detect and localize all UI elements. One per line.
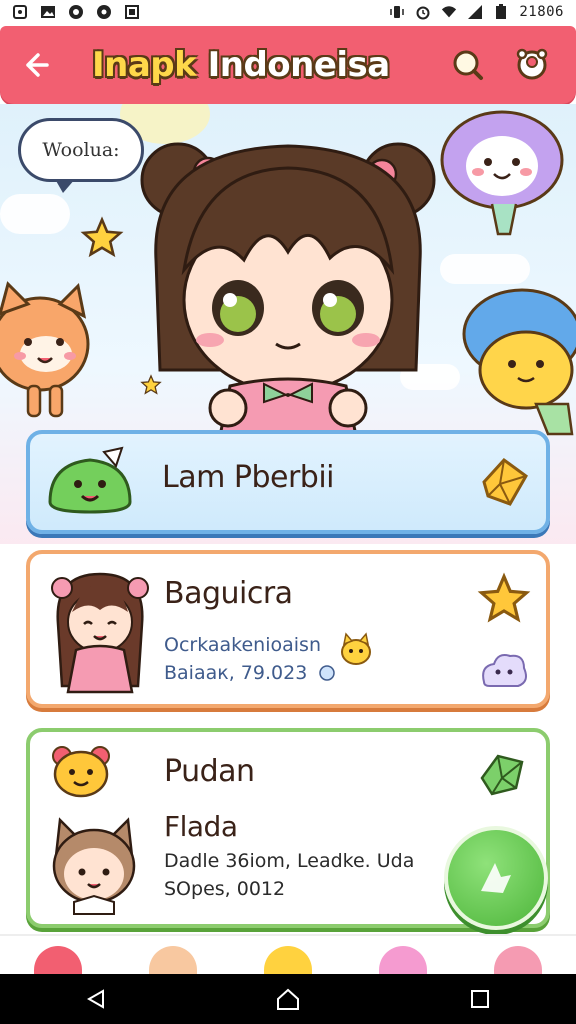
card-subtitle: Flada (164, 810, 238, 843)
yellow-cat-sticker-icon (341, 632, 371, 665)
notification-icon (12, 4, 28, 20)
battery-icon (493, 4, 509, 20)
back-arrow-icon (26, 53, 49, 77)
card-line1: Dadle 36iom, Leadke. Uda (164, 850, 415, 872)
search-icon (453, 50, 483, 80)
nav-home-button[interactable] (258, 974, 318, 1024)
system-nav-bar (0, 974, 576, 1024)
green-slime-icon (48, 446, 132, 514)
card-title: Lam Pberbii (162, 460, 335, 495)
card-line2: SOpes, 0012 (164, 878, 286, 900)
square-recents-icon (471, 990, 489, 1008)
list-card[interactable]: Baguicra Ocrkaakenioaisn Baiaак, 79.023 (26, 550, 550, 708)
smiley-icon (319, 665, 335, 681)
gallery-icon (40, 4, 56, 20)
nav-back-button[interactable] (66, 974, 126, 1024)
status-bar: 21806 (0, 0, 576, 24)
status-time: 21806 (519, 4, 564, 20)
cat-girl-avatar (52, 817, 136, 915)
screenshot-icon (124, 4, 140, 20)
profile-button[interactable] (504, 37, 560, 93)
star-icon[interactable] (476, 572, 532, 626)
signal-icon (467, 4, 483, 20)
card-line1: Ocrkaakenioaisn (164, 634, 321, 656)
card-line2: Baiaак, 79.023 (164, 662, 308, 684)
home-outline-icon (277, 988, 299, 1010)
tab-profile[interactable] (494, 946, 543, 974)
bottom-tab-bar (0, 934, 576, 974)
tab-star[interactable] (263, 946, 312, 974)
list-card[interactable]: Lam Pberbii (26, 430, 550, 534)
app-title-part1: Inapk (92, 45, 197, 85)
pink-girl-avatar (51, 572, 149, 694)
chibi-girl-mascot (140, 142, 436, 436)
profile-icon (516, 48, 548, 80)
tab-friends[interactable] (379, 946, 428, 974)
speech-text: Woolua: (42, 139, 120, 161)
tab-home[interactable] (33, 946, 82, 974)
card-title: Pudan (164, 754, 255, 789)
vibrate-icon (389, 4, 405, 20)
app-title-part2: Indoneisa (196, 45, 391, 85)
star-icon (80, 216, 124, 258)
orange-cat-character (0, 281, 90, 418)
card-title: Baguicra (164, 576, 293, 611)
media-icon (96, 4, 112, 20)
search-button[interactable] (440, 37, 496, 93)
chrome-icon (68, 4, 84, 20)
triangle-back-icon (86, 989, 104, 1009)
app-title: Inapk Indoneisa (92, 45, 390, 85)
wifi-icon (441, 4, 457, 20)
blue-hair-character (462, 288, 576, 436)
add-icon (481, 863, 511, 893)
gold-gem-icon[interactable] (476, 454, 532, 510)
cloud-decoration (0, 194, 70, 234)
yellow-bear-icon (52, 746, 110, 798)
speech-bubble: Woolua: (18, 118, 144, 193)
purple-ghost-character (440, 110, 564, 236)
nav-recents-button[interactable] (450, 974, 510, 1024)
green-crystal-icon[interactable] (476, 748, 528, 800)
alarm-icon (415, 4, 431, 20)
fab-add-button[interactable] (444, 826, 548, 930)
app-header: Inapk Indoneisa (0, 26, 576, 104)
back-button[interactable] (0, 26, 70, 104)
cloud-pet-icon (482, 654, 527, 687)
tab-pets[interactable] (148, 946, 197, 974)
cloud-decoration (440, 254, 530, 284)
